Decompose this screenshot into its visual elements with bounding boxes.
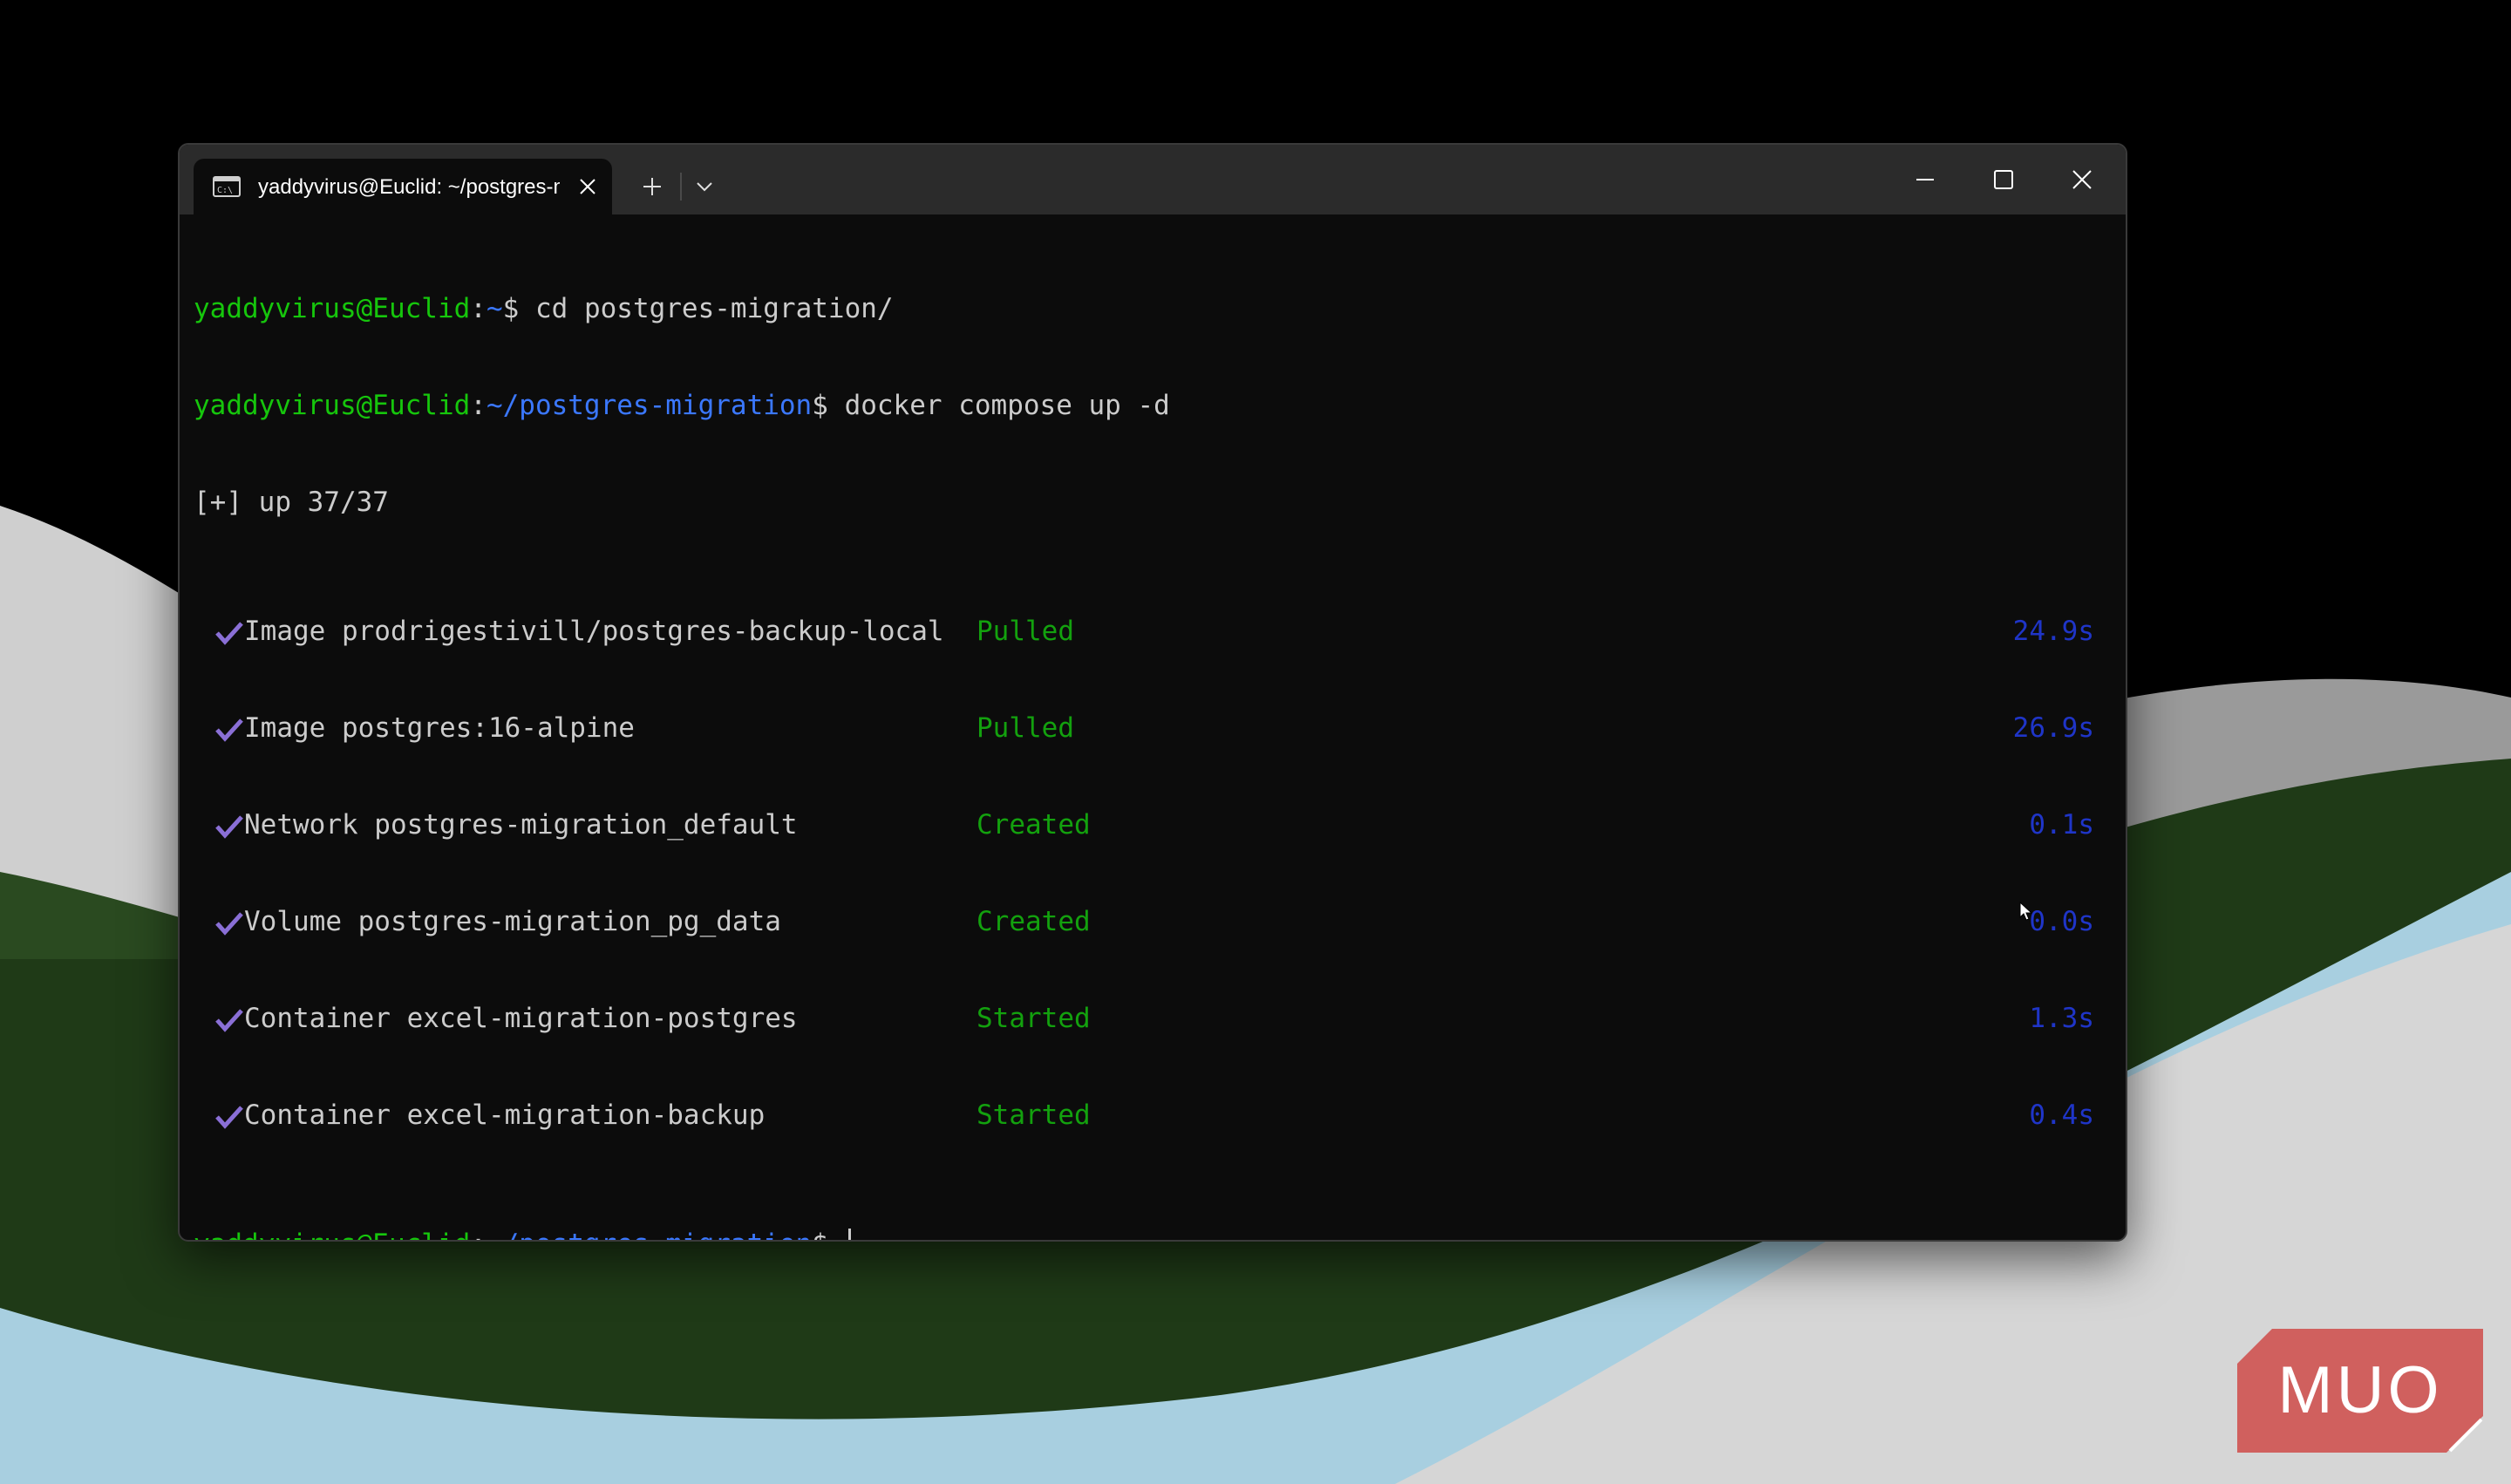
prompt-path: ~/postgres-migration <box>487 1229 812 1240</box>
resource-status-line: Image postgres:16-alpine Pulled 26.9s <box>194 712 2112 745</box>
minimize-icon[interactable] <box>1885 145 1965 214</box>
check-icon <box>215 1009 243 1032</box>
command-line: yaddyvirus@Euclid:~/postgres-migration$ … <box>194 390 2112 422</box>
progress-line: [+] up 37/37 <box>194 487 2112 519</box>
resource-duration: 0.4s <box>2029 1099 2094 1131</box>
resource-name: Image postgres:16-alpine <box>244 712 635 744</box>
prompt-path: ~ <box>486 293 503 324</box>
terminal-tab[interactable]: C:\ yaddyvirus@Euclid: ~/postgres-migrat… <box>194 159 612 214</box>
resource-status-line: Image prodrigestivill/postgres-backup-lo… <box>194 616 2112 648</box>
resource-name: Container excel-migration-postgres <box>244 1003 798 1034</box>
text-cursor <box>847 1229 851 1240</box>
resource-duration: 0.0s <box>2029 906 2094 937</box>
close-icon[interactable] <box>577 176 598 197</box>
resource-status: Pulled <box>976 712 1074 744</box>
check-icon <box>215 815 243 839</box>
prompt-symbol: $ <box>812 1229 844 1240</box>
command-text: cd postgres-migration/ <box>519 293 894 324</box>
terminal-output[interactable]: yaddyvirus@Euclid:~$ cd postgres-migrati… <box>194 228 2112 1240</box>
divider <box>680 173 682 201</box>
prompt-colon: : <box>470 1229 487 1240</box>
resource-status-line: Container excel-migration-backup Started… <box>194 1099 2112 1132</box>
resource-status: Started <box>976 1099 1091 1131</box>
current-prompt-line[interactable]: yaddyvirus@Euclid:~/postgres-migration$ <box>194 1229 2112 1240</box>
terminal-icon: C:\ <box>213 176 241 197</box>
resource-status-line: Volume postgres-migration_pg_data Create… <box>194 906 2112 938</box>
command-line: yaddyvirus@Euclid:~$ cd postgres-migrati… <box>194 293 2112 325</box>
resource-status: Created <box>976 809 1091 841</box>
prompt-symbol: $ <box>502 293 520 324</box>
tab-title: yaddyvirus@Euclid: ~/postgres-migration <box>258 175 560 199</box>
close-icon[interactable] <box>2042 145 2122 214</box>
check-icon <box>215 912 243 936</box>
resource-status-line: Network postgres-migration_default Creat… <box>194 809 2112 841</box>
resource-name: Network postgres-migration_default <box>244 809 798 841</box>
svg-text:C:\: C:\ <box>217 186 233 195</box>
prompt-colon: : <box>470 293 487 324</box>
resource-name: Volume postgres-migration_pg_data <box>244 906 781 937</box>
resource-status: Created <box>976 906 1091 937</box>
resource-duration: 0.1s <box>2029 809 2094 841</box>
prompt-user: yaddyvirus@Euclid <box>194 1229 470 1240</box>
terminal-window: C:\ yaddyvirus@Euclid: ~/postgres-migrat… <box>178 143 2127 1242</box>
prompt-user: yaddyvirus@Euclid <box>194 390 471 421</box>
prompt-path: ~/postgres-migration <box>486 390 813 421</box>
resource-name: Container excel-migration-backup <box>244 1099 766 1131</box>
maximize-icon[interactable] <box>1963 145 2044 214</box>
command-text: docker compose up -d <box>827 390 1170 421</box>
resource-duration: 24.9s <box>2012 616 2094 647</box>
resource-status: Pulled <box>976 616 1074 647</box>
check-icon <box>215 718 243 742</box>
logo-text: MUO <box>2277 1353 2443 1427</box>
check-icon <box>215 1106 243 1129</box>
prompt-user: yaddyvirus@Euclid <box>194 293 471 324</box>
progress-text: [+] up 37/37 <box>194 487 389 518</box>
muo-logo: MUO <box>2237 1329 2483 1453</box>
title-bar: C:\ yaddyvirus@Euclid: ~/postgres-migrat… <box>180 145 2126 214</box>
check-icon <box>215 622 243 645</box>
resource-duration: 1.3s <box>2029 1003 2094 1034</box>
resource-duration: 26.9s <box>2012 712 2094 744</box>
resource-name: Image prodrigestivill/postgres-backup-lo… <box>244 616 944 647</box>
resource-status: Started <box>976 1003 1091 1034</box>
prompt-symbol: $ <box>812 390 828 421</box>
chevron-down-icon[interactable] <box>685 167 724 206</box>
mouse-pointer-icon <box>2019 902 2033 921</box>
resource-status-line: Container excel-migration-postgres Start… <box>194 1003 2112 1035</box>
prompt-colon: : <box>470 390 487 421</box>
plus-icon[interactable] <box>628 167 677 206</box>
